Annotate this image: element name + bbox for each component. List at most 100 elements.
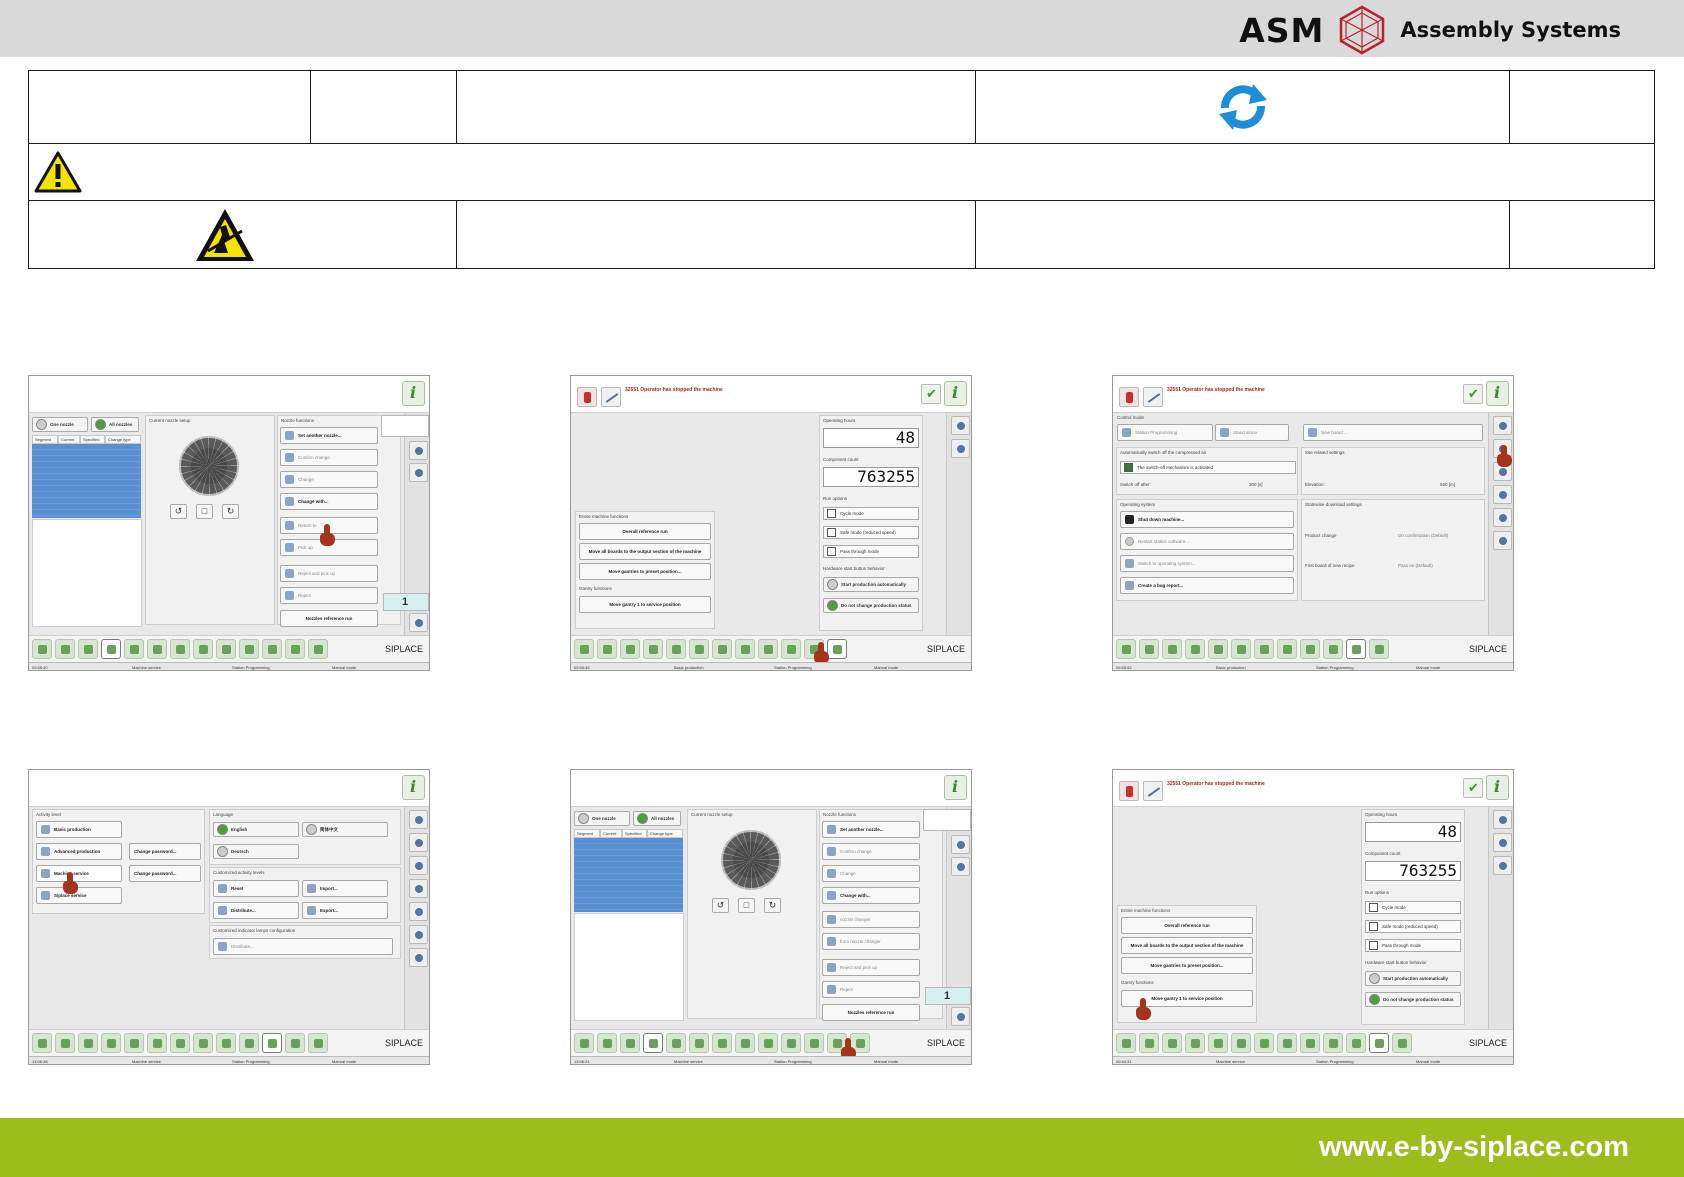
chinese-radio[interactable]: 简体中文 bbox=[302, 822, 388, 837]
operator-icon[interactable] bbox=[1493, 416, 1512, 435]
hand-tool-icon[interactable] bbox=[1493, 810, 1512, 829]
tray-icon[interactable] bbox=[1254, 1033, 1274, 1053]
start-auto-radio[interactable]: Start production automatically bbox=[823, 577, 919, 592]
rotate-right-icon[interactable]: ↻ bbox=[764, 898, 781, 913]
rotate-left-icon[interactable]: ↺ bbox=[170, 504, 187, 519]
chart-icon[interactable] bbox=[735, 639, 755, 659]
board-icon[interactable] bbox=[147, 1033, 167, 1053]
network-icon[interactable] bbox=[409, 856, 428, 875]
one-nozzle-radio[interactable]: One nozzle bbox=[574, 811, 630, 826]
shut-down-button[interactable]: Shut down machine... bbox=[1120, 511, 1294, 528]
one-nozzle-radio[interactable]: One nozzle bbox=[32, 417, 88, 432]
machine-icon[interactable] bbox=[32, 639, 52, 659]
nozzle-list[interactable] bbox=[574, 838, 683, 912]
move-all-boards-button[interactable]: Move all boards to the output section of… bbox=[579, 543, 711, 560]
users-icon[interactable] bbox=[409, 833, 428, 852]
wand-icon[interactable] bbox=[1143, 387, 1163, 407]
nozzles-reference-run-button[interactable]: Nozzles reference run bbox=[822, 1004, 920, 1021]
indicator-distribute-button[interactable]: Distribute... bbox=[213, 938, 393, 955]
chart-icon[interactable] bbox=[193, 1033, 213, 1053]
component-icon[interactable] bbox=[78, 639, 98, 659]
nozzle-list-icon[interactable] bbox=[409, 463, 428, 482]
import-button[interactable]: Import... bbox=[302, 880, 388, 897]
wand-icon[interactable] bbox=[1143, 781, 1163, 801]
feeder-icon[interactable] bbox=[597, 1033, 617, 1053]
feeder-icon[interactable] bbox=[1139, 1033, 1159, 1053]
reject-button[interactable]: Reject bbox=[822, 981, 920, 998]
monitor-icon[interactable] bbox=[1493, 485, 1512, 504]
conveyor-icon[interactable] bbox=[239, 1033, 259, 1053]
return-to-changer-button[interactable]: nozzle changer bbox=[822, 911, 920, 928]
network-icon[interactable] bbox=[1493, 508, 1512, 527]
footer-url-link[interactable]: www.e-by-siplace.com bbox=[1319, 1131, 1629, 1164]
machine-icon[interactable] bbox=[1116, 639, 1136, 659]
info-icon[interactable] bbox=[402, 775, 425, 800]
operator-icon[interactable] bbox=[409, 810, 428, 829]
feeder-icon[interactable] bbox=[1139, 639, 1159, 659]
component-icon[interactable] bbox=[1162, 639, 1182, 659]
nozzles-reference-run-button[interactable]: Nozzles reference run bbox=[280, 610, 378, 627]
station-programming-button[interactable]: Station Programming bbox=[1117, 424, 1213, 441]
chart-icon[interactable] bbox=[1277, 639, 1297, 659]
chart-icon[interactable] bbox=[1277, 1033, 1297, 1053]
conveyor-icon[interactable] bbox=[781, 639, 801, 659]
camera-icon[interactable] bbox=[758, 1033, 778, 1053]
move-all-boards-button[interactable]: Move all boards to the output section of… bbox=[1121, 937, 1253, 954]
change-with-button[interactable]: Change with... bbox=[822, 887, 920, 904]
tab-nozzle-view[interactable] bbox=[381, 415, 429, 437]
tray-icon[interactable] bbox=[170, 1033, 190, 1053]
chart-icon[interactable] bbox=[735, 1033, 755, 1053]
board-icon[interactable] bbox=[689, 1033, 709, 1053]
cycle-mode-checkbox[interactable]: Cycle mode bbox=[1365, 901, 1461, 914]
feeder-icon[interactable] bbox=[55, 639, 75, 659]
wrench-icon[interactable] bbox=[308, 1033, 328, 1053]
nozzle-list[interactable] bbox=[32, 444, 141, 518]
statistics-icon[interactable] bbox=[1208, 1033, 1228, 1053]
confirm-change-button[interactable]: Confirm change bbox=[280, 449, 378, 466]
reset-button[interactable]: Reset bbox=[213, 880, 299, 897]
tool-icon[interactable] bbox=[262, 1033, 282, 1053]
counter-icon[interactable] bbox=[1493, 833, 1512, 852]
switch-os-button[interactable]: Switch to operating system... bbox=[1120, 555, 1294, 572]
all-nozzles-radio[interactable]: All nozzles bbox=[91, 417, 139, 432]
conveyor-icon[interactable] bbox=[1323, 639, 1343, 659]
component-icon[interactable] bbox=[620, 1033, 640, 1053]
tool-icon[interactable] bbox=[1346, 1033, 1366, 1053]
counter-icon[interactable] bbox=[951, 439, 970, 458]
wand-icon[interactable] bbox=[601, 387, 621, 407]
reject-and-pick-up-button[interactable]: Reject and pick up bbox=[822, 959, 920, 976]
deutsch-radio[interactable]: Deutsch bbox=[213, 844, 299, 859]
statistics-icon[interactable] bbox=[666, 639, 686, 659]
camera-icon[interactable] bbox=[216, 1033, 236, 1053]
settings-icon[interactable] bbox=[1369, 639, 1389, 659]
machine-icon[interactable] bbox=[574, 1033, 594, 1053]
change-button[interactable]: Change bbox=[822, 865, 920, 882]
change-password-button-1[interactable]: Change password... bbox=[129, 843, 201, 860]
settings-icon[interactable] bbox=[285, 1033, 305, 1053]
segment-icon[interactable]: □ bbox=[738, 898, 755, 913]
statistics-icon[interactable] bbox=[124, 1033, 144, 1053]
segment-icon[interactable]: □ bbox=[196, 504, 213, 519]
tool-icon[interactable] bbox=[1346, 639, 1366, 659]
start-auto-radio[interactable]: Start production automatically bbox=[1365, 971, 1461, 986]
switch-off-checkbox[interactable]: The switch-off mechanism is activated bbox=[1120, 461, 1296, 474]
statistics-icon[interactable] bbox=[124, 639, 144, 659]
grid-icon[interactable] bbox=[101, 639, 121, 659]
wrench-icon[interactable] bbox=[308, 639, 328, 659]
tool-icon[interactable] bbox=[262, 639, 282, 659]
tray-icon[interactable] bbox=[1254, 639, 1274, 659]
pick-up-button[interactable]: from nozzle changer bbox=[822, 933, 920, 950]
reject-and-pick-up-button[interactable]: Reject and pick up bbox=[280, 565, 378, 582]
confirm-icon[interactable] bbox=[1463, 384, 1483, 404]
rotate-right-icon[interactable]: ↻ bbox=[222, 504, 239, 519]
hand-tool-icon[interactable] bbox=[951, 416, 970, 435]
safe-mode-checkbox[interactable]: Safe mode (reduced speed) bbox=[823, 526, 919, 539]
overall-reference-run-button[interactable]: Overall reference run bbox=[579, 523, 711, 540]
wrench-icon[interactable] bbox=[1392, 1033, 1412, 1053]
overall-reference-run-button[interactable]: Overall reference run bbox=[1121, 917, 1253, 934]
grid-icon[interactable] bbox=[1185, 639, 1205, 659]
grid-icon[interactable] bbox=[643, 1033, 663, 1053]
download-icon[interactable] bbox=[409, 925, 428, 944]
restart-software-button[interactable]: Restart station software... bbox=[1120, 533, 1294, 550]
conveyor-icon[interactable] bbox=[781, 1033, 801, 1053]
